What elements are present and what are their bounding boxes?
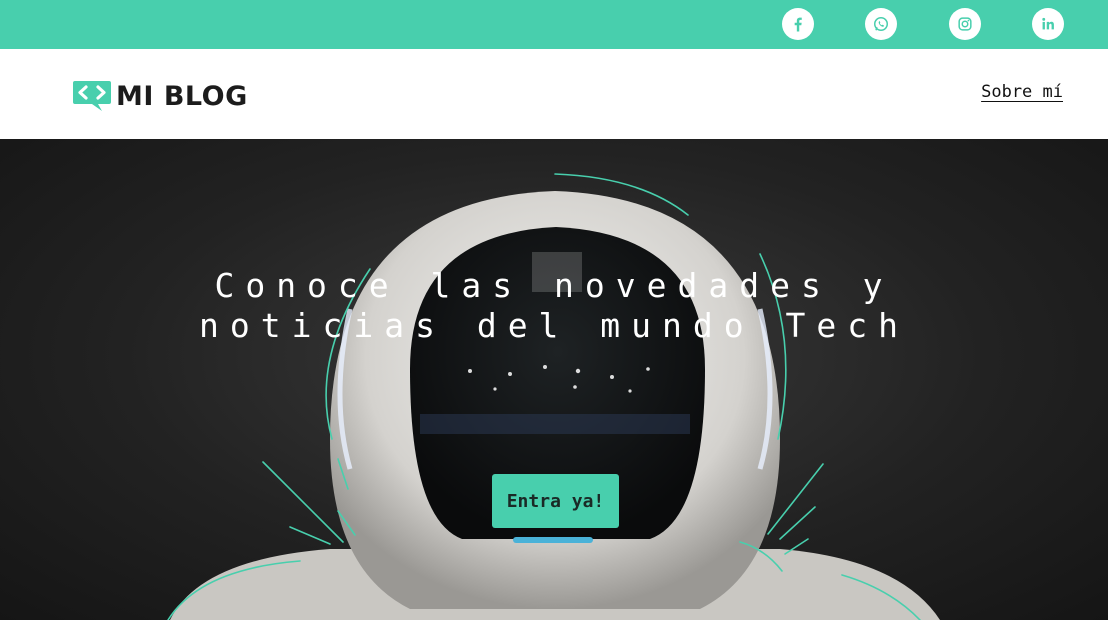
linkedin-link[interactable]: [1032, 8, 1064, 40]
site-header: MI BLOG Sobre mí: [0, 49, 1108, 139]
facebook-link[interactable]: [782, 8, 814, 40]
hero-title-line2: noticias del mundo Tech: [199, 306, 909, 345]
linkedin-icon: [1042, 17, 1054, 30]
hero-section: Conoce las novedades y noticias del mund…: [0, 139, 1108, 620]
logo-text: MI BLOG: [116, 80, 248, 112]
hero-title-line1: Conoce las novedades y: [214, 266, 894, 305]
robot-helmet-image: [167, 173, 940, 620]
whatsapp-icon: [874, 17, 888, 31]
instagram-link[interactable]: [949, 8, 981, 40]
social-top-bar: [0, 0, 1108, 49]
chat-code-logo-icon: [73, 81, 111, 111]
instagram-icon: [958, 17, 972, 31]
hero-title: Conoce las novedades y noticias del mund…: [0, 266, 1108, 346]
logo[interactable]: MI BLOG: [72, 80, 248, 112]
nav-link-about[interactable]: Sobre mí: [981, 82, 1063, 102]
enter-button[interactable]: Entra ya!: [492, 474, 619, 528]
whatsapp-link[interactable]: [865, 8, 897, 40]
facebook-icon: [794, 17, 802, 32]
